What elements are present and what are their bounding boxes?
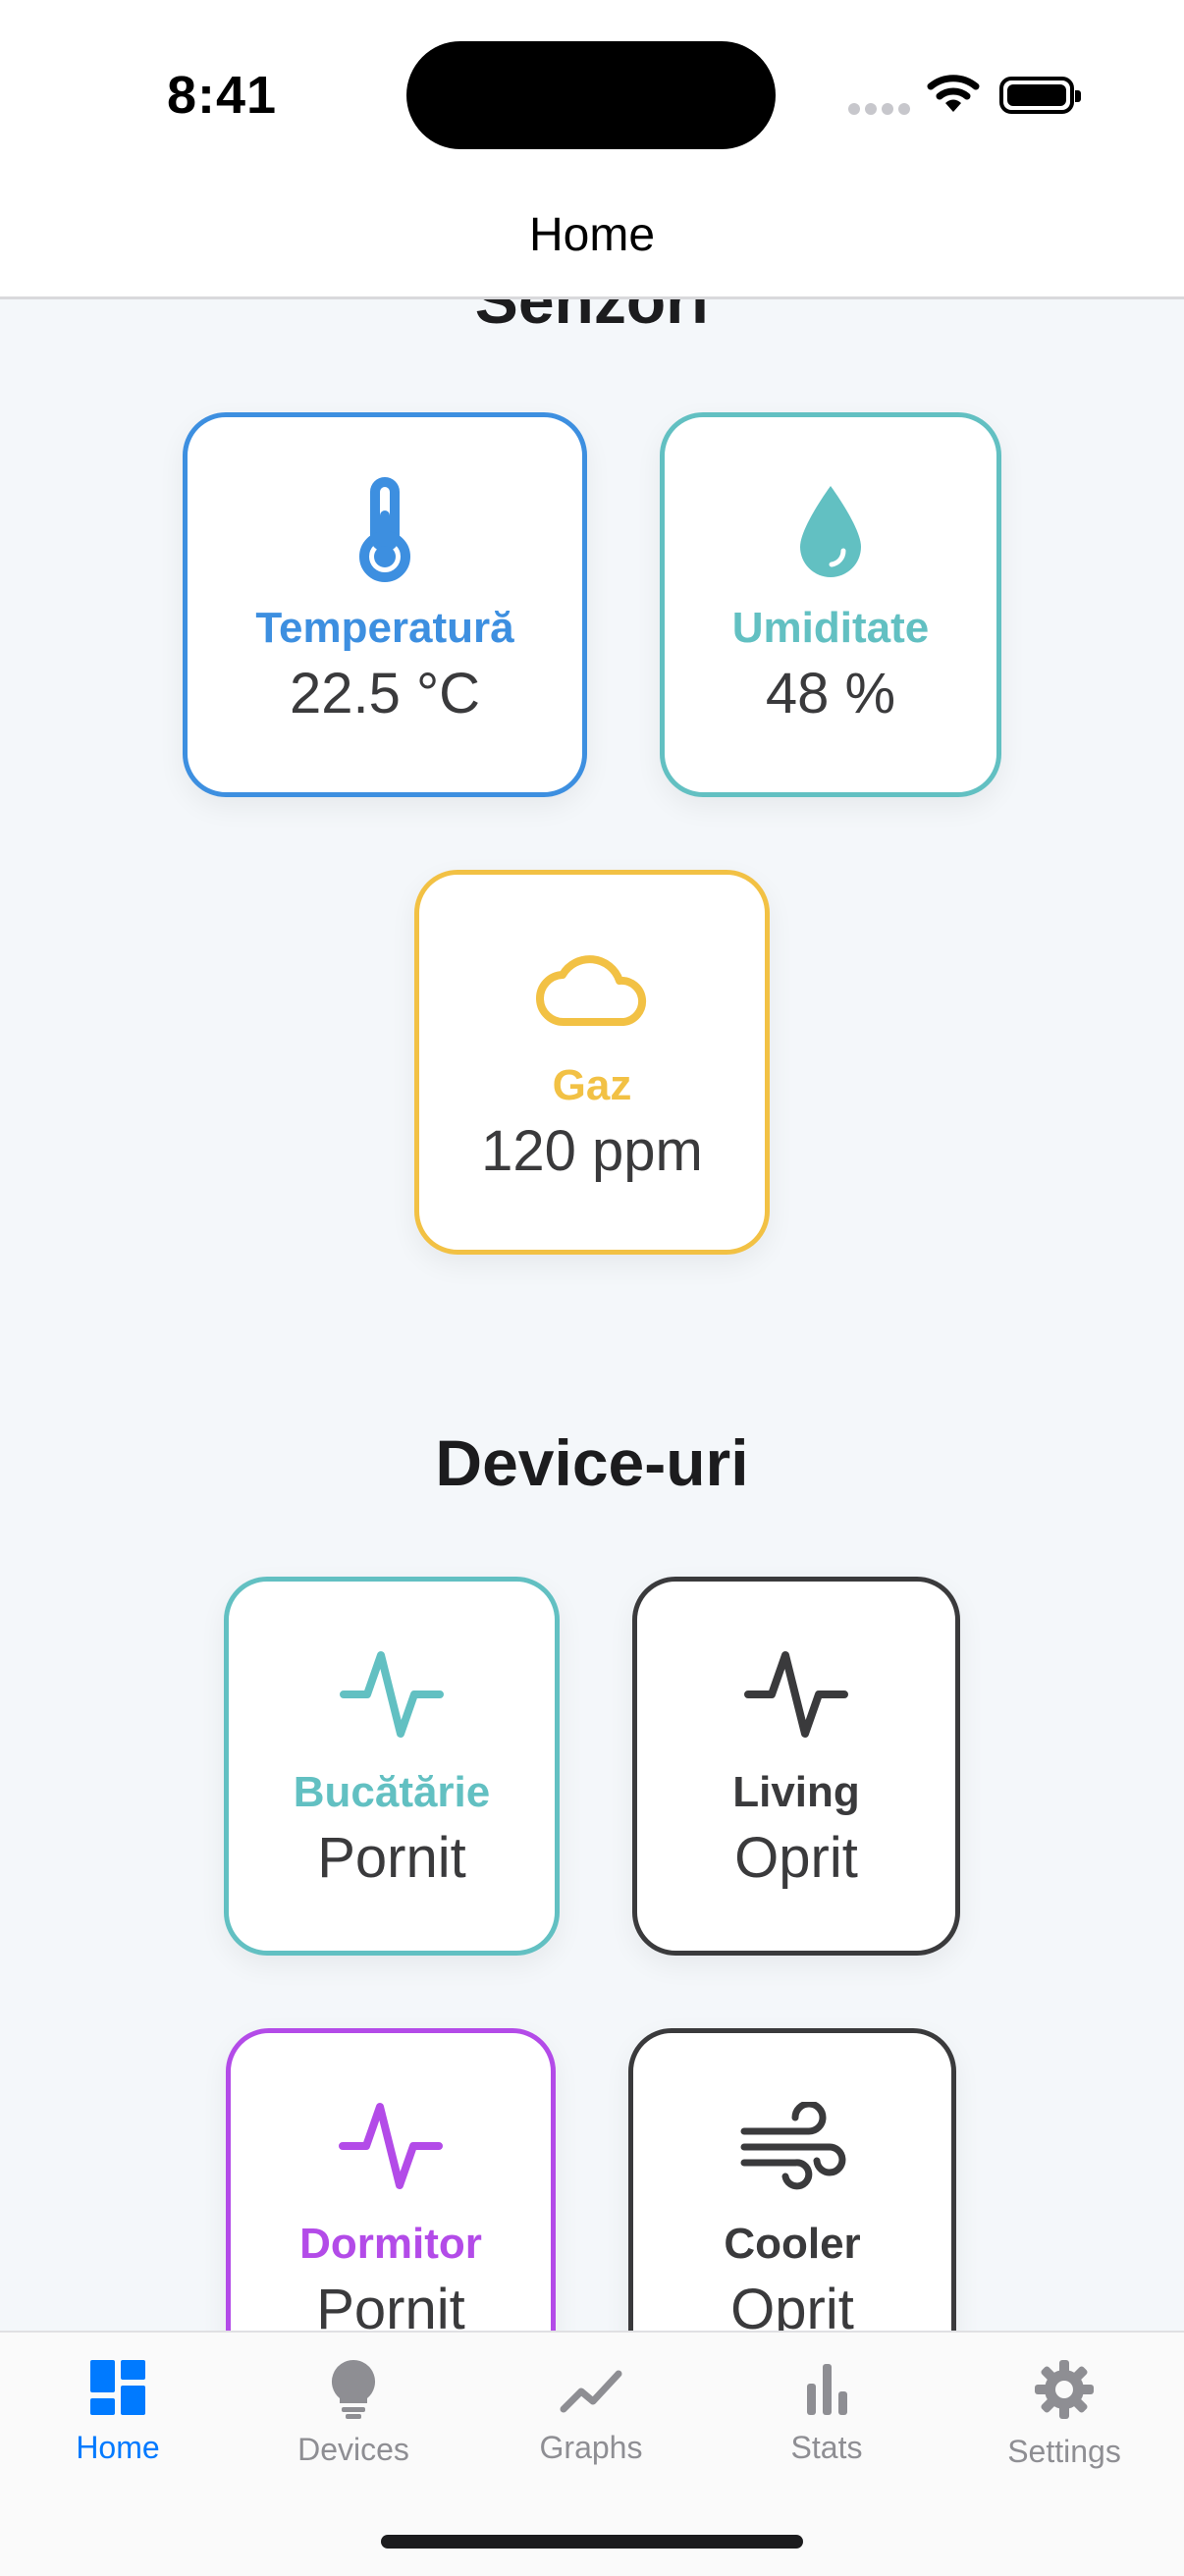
- sensor-value: 48 %: [765, 662, 896, 725]
- gas-card[interactable]: Gaz 120 ppm: [414, 870, 770, 1255]
- thermometer-icon: [355, 476, 414, 584]
- droplet-icon: [796, 476, 865, 584]
- device-status: Oprit: [734, 1826, 858, 1890]
- device-card-bucatarie[interactable]: Bucătărie Pornit: [224, 1577, 560, 1956]
- line-chart-icon: [560, 2358, 622, 2422]
- battery-icon: [999, 77, 1081, 114]
- temperature-card[interactable]: Temperatură 22.5 °C: [183, 412, 587, 797]
- tab-label: Stats: [790, 2430, 863, 2465]
- status-time: 8:41: [167, 66, 278, 125]
- device-label: Dormitor: [299, 2220, 482, 2268]
- cellular-signal-icon: [848, 102, 915, 120]
- bar-chart-icon: [797, 2358, 856, 2422]
- sensor-label: Umiditate: [731, 604, 930, 652]
- device-label: Bucătărie: [293, 1768, 491, 1816]
- activity-icon: [337, 2092, 445, 2200]
- tab-home[interactable]: Home: [20, 2358, 216, 2466]
- tab-settings[interactable]: Settings: [966, 2358, 1162, 2470]
- lightbulb-icon: [324, 2358, 383, 2424]
- top-bar: 8:41 Home: [0, 0, 1184, 299]
- wind-icon: [738, 2092, 846, 2200]
- activity-icon: [742, 1640, 850, 1748]
- sensor-value: 120 ppm: [481, 1119, 703, 1183]
- device-label: Living: [732, 1768, 860, 1816]
- tab-label: Graphs: [539, 2430, 643, 2465]
- device-card-living[interactable]: Living Oprit: [632, 1577, 960, 1956]
- cloud-icon: [533, 934, 651, 1042]
- humidity-card[interactable]: Umiditate 48 %: [660, 412, 1001, 797]
- dashboard-icon: [88, 2358, 147, 2422]
- gear-icon: [1033, 2358, 1096, 2426]
- home-indicator[interactable]: [381, 2535, 803, 2549]
- tab-label: Devices: [297, 2432, 409, 2467]
- sensor-value: 22.5 °C: [289, 662, 481, 725]
- sensor-label: Gaz: [552, 1061, 632, 1109]
- wifi-icon: [927, 73, 980, 119]
- page-title: Home: [528, 209, 656, 261]
- activity-icon: [338, 1640, 446, 1748]
- device-label: Cooler: [724, 2220, 861, 2268]
- tab-stats[interactable]: Stats: [728, 2358, 925, 2466]
- tab-devices[interactable]: Devices: [255, 2358, 452, 2468]
- tab-label: Settings: [1007, 2434, 1121, 2469]
- tab-graphs[interactable]: Graphs: [493, 2358, 689, 2466]
- tab-bar: Home Devices Graphs Stats Settings: [0, 2331, 1184, 2576]
- device-status: Pornit: [317, 1826, 466, 1890]
- tab-label: Home: [76, 2430, 160, 2465]
- sensor-label: Temperatură: [255, 604, 514, 652]
- devices-section-title: Device-uri: [435, 1426, 749, 1499]
- dynamic-island: [406, 41, 776, 149]
